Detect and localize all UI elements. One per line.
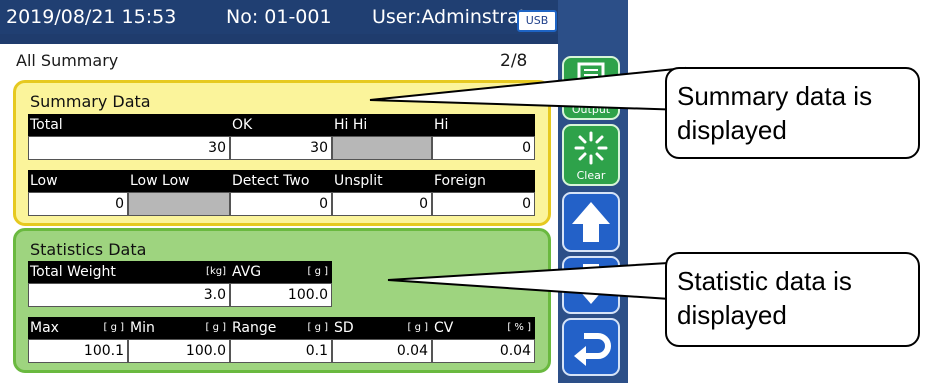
hi-value: 0	[432, 136, 535, 160]
scroll-up-button[interactable]	[562, 192, 620, 252]
low-value: 0	[28, 192, 128, 216]
page-indicator: 2/8	[500, 51, 528, 71]
printer-icon	[571, 62, 611, 100]
avg-value: 100.0	[230, 283, 332, 307]
summary-title: Summary Data	[30, 92, 151, 111]
total-weight-unit: [kg]	[206, 266, 226, 277]
max-label: Max[ g ]	[28, 317, 128, 339]
cv-value: 0.04	[432, 339, 535, 363]
hihi-value	[332, 136, 432, 160]
clear-label: Clear	[576, 169, 606, 182]
ok-label: OK	[230, 114, 332, 136]
scroll-down-button[interactable]	[562, 256, 620, 314]
total-value: 30	[28, 136, 230, 160]
detect-two-label: Detect Two	[230, 170, 332, 192]
usb-badge: USB	[517, 10, 557, 32]
foreign-value: 0	[432, 192, 535, 216]
clear-button[interactable]: Clear	[562, 124, 620, 186]
low-label: Low	[28, 170, 128, 192]
hi-label: Hi	[432, 114, 535, 136]
unsplit-label: Unsplit	[332, 170, 432, 192]
total-label: Total	[28, 114, 230, 136]
total-weight-label: Total Weight [kg]	[28, 261, 230, 283]
output-button[interactable]: Output	[562, 56, 620, 120]
statistics-title: Statistics Data	[30, 240, 147, 259]
status-bar: 2019/08/21 15:53 No: 01-001 User:Adminst…	[0, 0, 558, 34]
sd-value: 0.04	[332, 339, 432, 363]
output-label: Output	[571, 103, 611, 116]
tab-all-summary[interactable]: All Summary	[10, 49, 154, 73]
datetime-text: 2019/08/21 15:53	[6, 6, 177, 28]
number-text: No: 01-001	[226, 6, 332, 28]
detect-two-value: 0	[230, 192, 332, 216]
ok-value: 30	[230, 136, 332, 160]
unsplit-value: 0	[332, 192, 432, 216]
cv-label: CV[ % ]	[432, 317, 535, 339]
range-label: Range[ g ]	[230, 317, 332, 339]
statistic-callout: Statistic data is displayed	[665, 252, 920, 347]
range-value: 0.1	[230, 339, 332, 363]
summary-callout: Summary data is displayed	[665, 67, 920, 159]
return-button[interactable]	[562, 318, 620, 376]
arrow-up-icon	[572, 202, 610, 242]
hihi-label: Hi Hi	[332, 114, 432, 136]
total-weight-value: 3.0	[28, 283, 230, 307]
return-icon	[574, 333, 611, 366]
arrow-down-icon	[572, 264, 610, 304]
device-screen: 2019/08/21 15:53 No: 01-001 User:Adminst…	[0, 0, 558, 383]
statistics-panel: Statistics Data Total Weight [kg] AVG [ …	[13, 228, 551, 373]
clear-sparkle-icon	[574, 131, 608, 165]
lowlow-label: Low Low	[128, 170, 230, 192]
sd-label: SD[ g ]	[332, 317, 432, 339]
min-label: Min[ g ]	[128, 317, 230, 339]
max-value: 100.1	[28, 339, 128, 363]
foreign-label: Foreign	[432, 170, 535, 192]
avg-unit: [ g ]	[307, 266, 328, 277]
summary-panel: Summary Data Total OK Hi Hi Hi 30 30 0 L…	[13, 80, 551, 226]
min-value: 100.0	[128, 339, 230, 363]
lowlow-value	[128, 192, 230, 216]
avg-label: AVG [ g ]	[230, 261, 332, 283]
